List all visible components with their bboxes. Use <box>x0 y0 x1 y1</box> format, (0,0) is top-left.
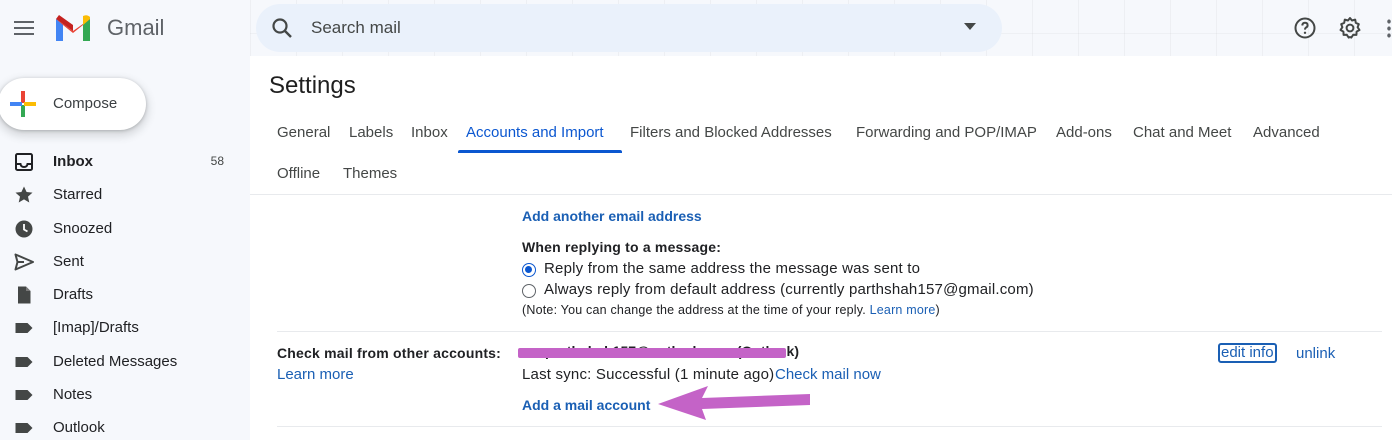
settings-panel: Settings General Labels Inbox Accounts a… <box>250 56 1392 440</box>
check-mail-now-link[interactable]: Check mail now <box>775 366 881 383</box>
label-icon <box>15 423 33 434</box>
sidebar-item-label: Notes <box>53 386 93 404</box>
sidebar-item-label: Snoozed <box>53 219 113 237</box>
label-icon <box>15 356 33 367</box>
gear-icon[interactable] <box>1338 16 1362 40</box>
apps-grid-icon[interactable] <box>1386 18 1392 38</box>
sidebar-item-outlook[interactable]: Outlook <box>0 411 240 440</box>
add-mail-account-link[interactable]: Add a mail account <box>522 397 650 413</box>
sidebar-item-drafts[interactable]: Drafts <box>0 278 240 311</box>
tab-filters-and-blocked-addresses[interactable]: Filters and Blocked Addresses <box>630 124 832 141</box>
tab-labels[interactable]: Labels <box>349 124 393 141</box>
tab-general[interactable]: General <box>277 124 330 141</box>
redaction-mark <box>518 348 786 358</box>
main-menu-button[interactable] <box>8 12 40 44</box>
reply-same-address-radio[interactable] <box>522 263 536 277</box>
compose-button[interactable]: Compose <box>0 78 146 130</box>
tab-chat-and-meet[interactable]: Chat and Meet <box>1133 124 1231 141</box>
search-input[interactable]: Search mail <box>311 18 401 38</box>
reply-default-address-radio[interactable] <box>522 284 536 298</box>
gmail-logo-icon <box>56 15 90 41</box>
top-bar: Gmail Search mail <box>0 0 1392 56</box>
tab-inbox[interactable]: Inbox <box>411 124 448 141</box>
sidebar-item-inbox[interactable]: Inbox 58 <box>0 145 240 178</box>
reply-heading: When replying to a message: <box>522 239 722 255</box>
check-mail-learn-more-link[interactable]: Learn more <box>277 366 354 383</box>
tab-advanced[interactable]: Advanced <box>1253 124 1320 141</box>
check-mail-label: Check mail from other accounts: <box>277 345 502 361</box>
unlink-link[interactable]: unlink <box>1296 345 1335 362</box>
active-tab-indicator <box>458 150 622 153</box>
section-divider <box>277 426 1382 427</box>
tab-themes[interactable]: Themes <box>343 165 397 182</box>
sidebar-item-snoozed[interactable]: Snoozed <box>0 212 240 245</box>
sidebar-item-label: Starred <box>53 186 103 204</box>
sidebar-item-deleted-messages[interactable]: Deleted Messages <box>0 345 240 378</box>
sidebar-item-sent[interactable]: Sent <box>0 245 240 278</box>
compose-label: Compose <box>53 95 118 112</box>
tabs-divider <box>250 194 1392 195</box>
sidebar-item-starred[interactable]: Starred <box>0 178 240 211</box>
reply-note-learn-more-link[interactable]: Learn more <box>870 303 936 317</box>
tab-add-ons[interactable]: Add-ons <box>1056 124 1112 141</box>
section-divider <box>277 331 1382 332</box>
label-icon <box>15 390 33 401</box>
reply-option-default-address[interactable]: Always reply from default address (curre… <box>544 281 1034 298</box>
last-sync-status: Last sync: Successful (1 minute ago) <box>522 366 775 383</box>
tab-offline[interactable]: Offline <box>277 165 320 182</box>
sidebar-item-label: Outlook <box>53 419 105 437</box>
sidebar-item-imap-drafts[interactable]: [Imap]/Drafts <box>0 311 240 344</box>
sidebar-item-label: Deleted Messages <box>53 352 178 370</box>
reply-note-text: (Note: You can change the address at the… <box>522 303 866 317</box>
page-title: Settings <box>269 72 356 99</box>
inbox-icon <box>15 153 33 171</box>
tab-forwarding-pop-imap[interactable]: Forwarding and POP/IMAP <box>856 124 1037 141</box>
help-icon[interactable] <box>1293 16 1317 40</box>
draft-icon <box>18 286 31 304</box>
clock-icon <box>15 220 33 238</box>
sidebar-item-label: [Imap]/Drafts <box>53 319 139 337</box>
send-icon <box>14 253 34 271</box>
sidebar-item-label: Inbox <box>53 153 93 170</box>
plus-icon <box>10 91 36 117</box>
annotation-arrow-icon <box>658 386 810 420</box>
reply-note: (Note: You can change the address at the… <box>522 303 940 317</box>
search-icon[interactable] <box>270 16 294 40</box>
brand-name: Gmail <box>107 15 165 40</box>
sidebar-item-label: Sent <box>53 252 84 270</box>
reply-note-close: ) <box>935 303 940 317</box>
reply-option-same-address[interactable]: Reply from the same address the message … <box>544 260 920 277</box>
sidebar-item-notes[interactable]: Notes <box>0 378 240 411</box>
edit-info-link[interactable]: edit info <box>1218 343 1277 363</box>
search-options-icon[interactable] <box>964 23 976 30</box>
unread-count: 58 <box>210 154 224 168</box>
tab-accounts-and-import[interactable]: Accounts and Import <box>466 124 604 141</box>
star-icon <box>15 186 33 203</box>
add-another-email-link[interactable]: Add another email address <box>522 208 702 224</box>
search-bar[interactable]: Search mail <box>256 4 1002 52</box>
sidebar-nav: Inbox 58 Starred Snoozed Sent Drafts [Im <box>0 145 240 440</box>
label-icon <box>15 323 33 334</box>
sidebar-item-label: Drafts <box>53 286 94 304</box>
